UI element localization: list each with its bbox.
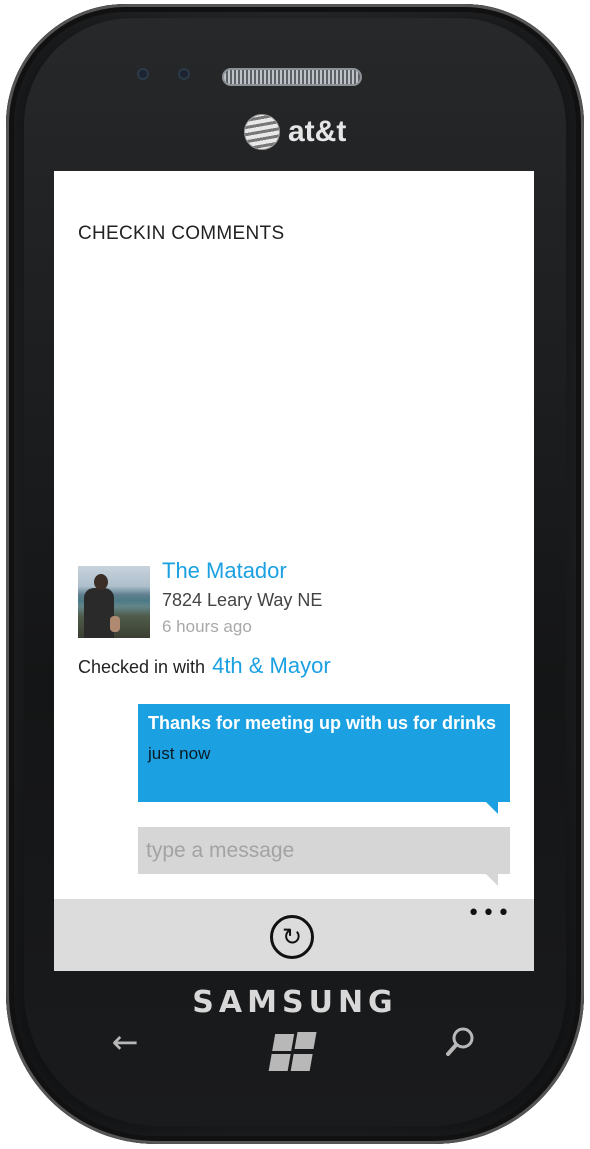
carrier-name: at&t: [288, 115, 347, 148]
message-input[interactable]: [138, 827, 510, 874]
checked-in-with-label: Checked in with: [78, 657, 206, 677]
windows-logo-pane: [268, 1054, 291, 1071]
windows-logo-pane: [290, 1054, 313, 1071]
avatar-person-arm: [110, 616, 120, 632]
message-text: Thanks for meeting up with us for drinks: [148, 713, 497, 733]
more-options-icon[interactable]: •••: [467, 901, 512, 926]
app-bar: ••• ↻: [54, 899, 534, 971]
avatar[interactable]: [78, 566, 150, 638]
carrier-logo: at&t: [244, 112, 346, 152]
checked-in-with-link[interactable]: 4th & Mayor: [212, 653, 331, 679]
windows-logo-pane: [272, 1034, 295, 1051]
checked-in-with: Checked in with 4th & Mayor: [78, 653, 331, 679]
message-input-tail: [486, 874, 498, 886]
checkin-time: 6 hours ago: [162, 617, 252, 636]
windows-logo-icon[interactable]: [268, 1032, 319, 1072]
place-address: 7824 Leary Way NE: [162, 590, 323, 610]
message-bubble-tail: [486, 802, 498, 814]
page-title: CHECKIN COMMENTS: [78, 223, 285, 244]
brand-logo: SAMSUNG: [192, 985, 398, 1020]
message-time: just now: [148, 744, 211, 763]
front-camera: [178, 68, 190, 80]
search-icon-glyph: [446, 1027, 474, 1056]
earpiece-speaker: [222, 68, 362, 86]
avatar-person-head: [94, 574, 108, 590]
message-bubble: Thanks for meeting up with us for drinks…: [138, 704, 510, 802]
att-globe-icon: [244, 114, 280, 150]
windows-logo-pane: [294, 1032, 317, 1049]
screen: CHECKIN COMMENTS The Matador 7824 Leary …: [54, 171, 534, 971]
back-arrow-icon[interactable]: ←: [103, 1020, 147, 1064]
avatar-person-body: [84, 588, 114, 638]
refresh-icon[interactable]: ↻: [270, 915, 314, 959]
place-name-link[interactable]: The Matador: [162, 558, 287, 584]
front-sensor: [137, 68, 149, 80]
search-icon[interactable]: [438, 1020, 482, 1064]
